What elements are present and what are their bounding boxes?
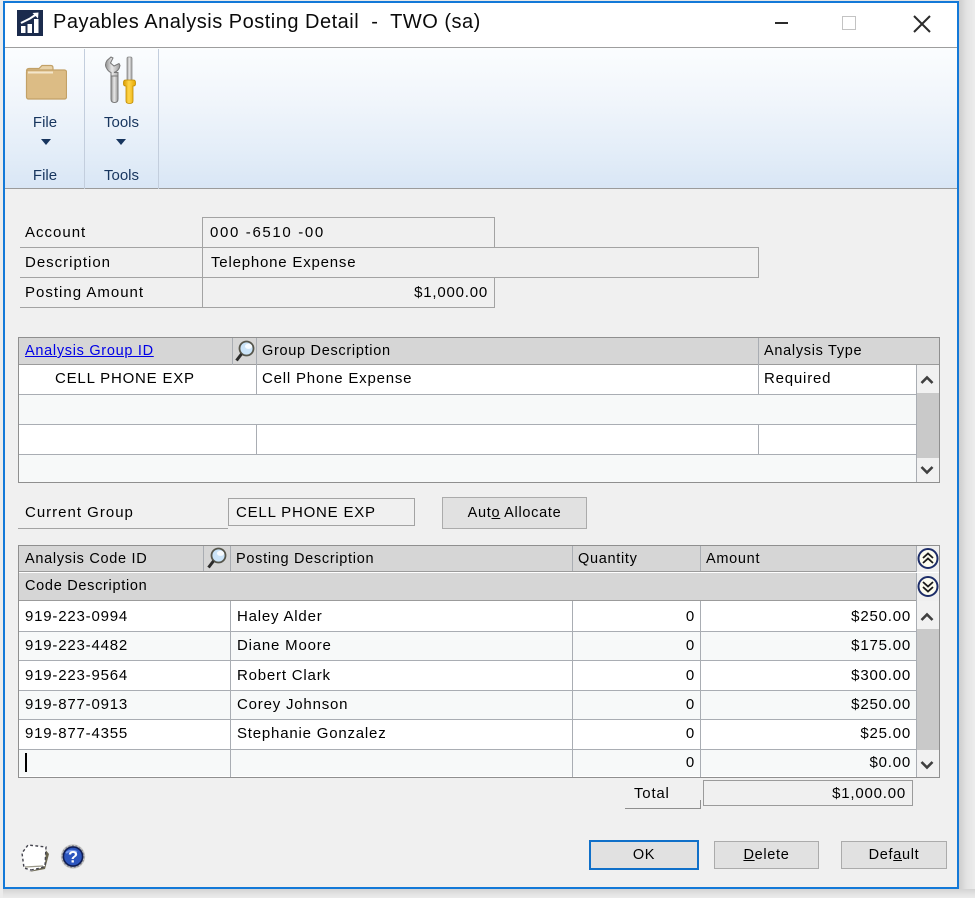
svg-text:?: ? xyxy=(68,849,78,867)
